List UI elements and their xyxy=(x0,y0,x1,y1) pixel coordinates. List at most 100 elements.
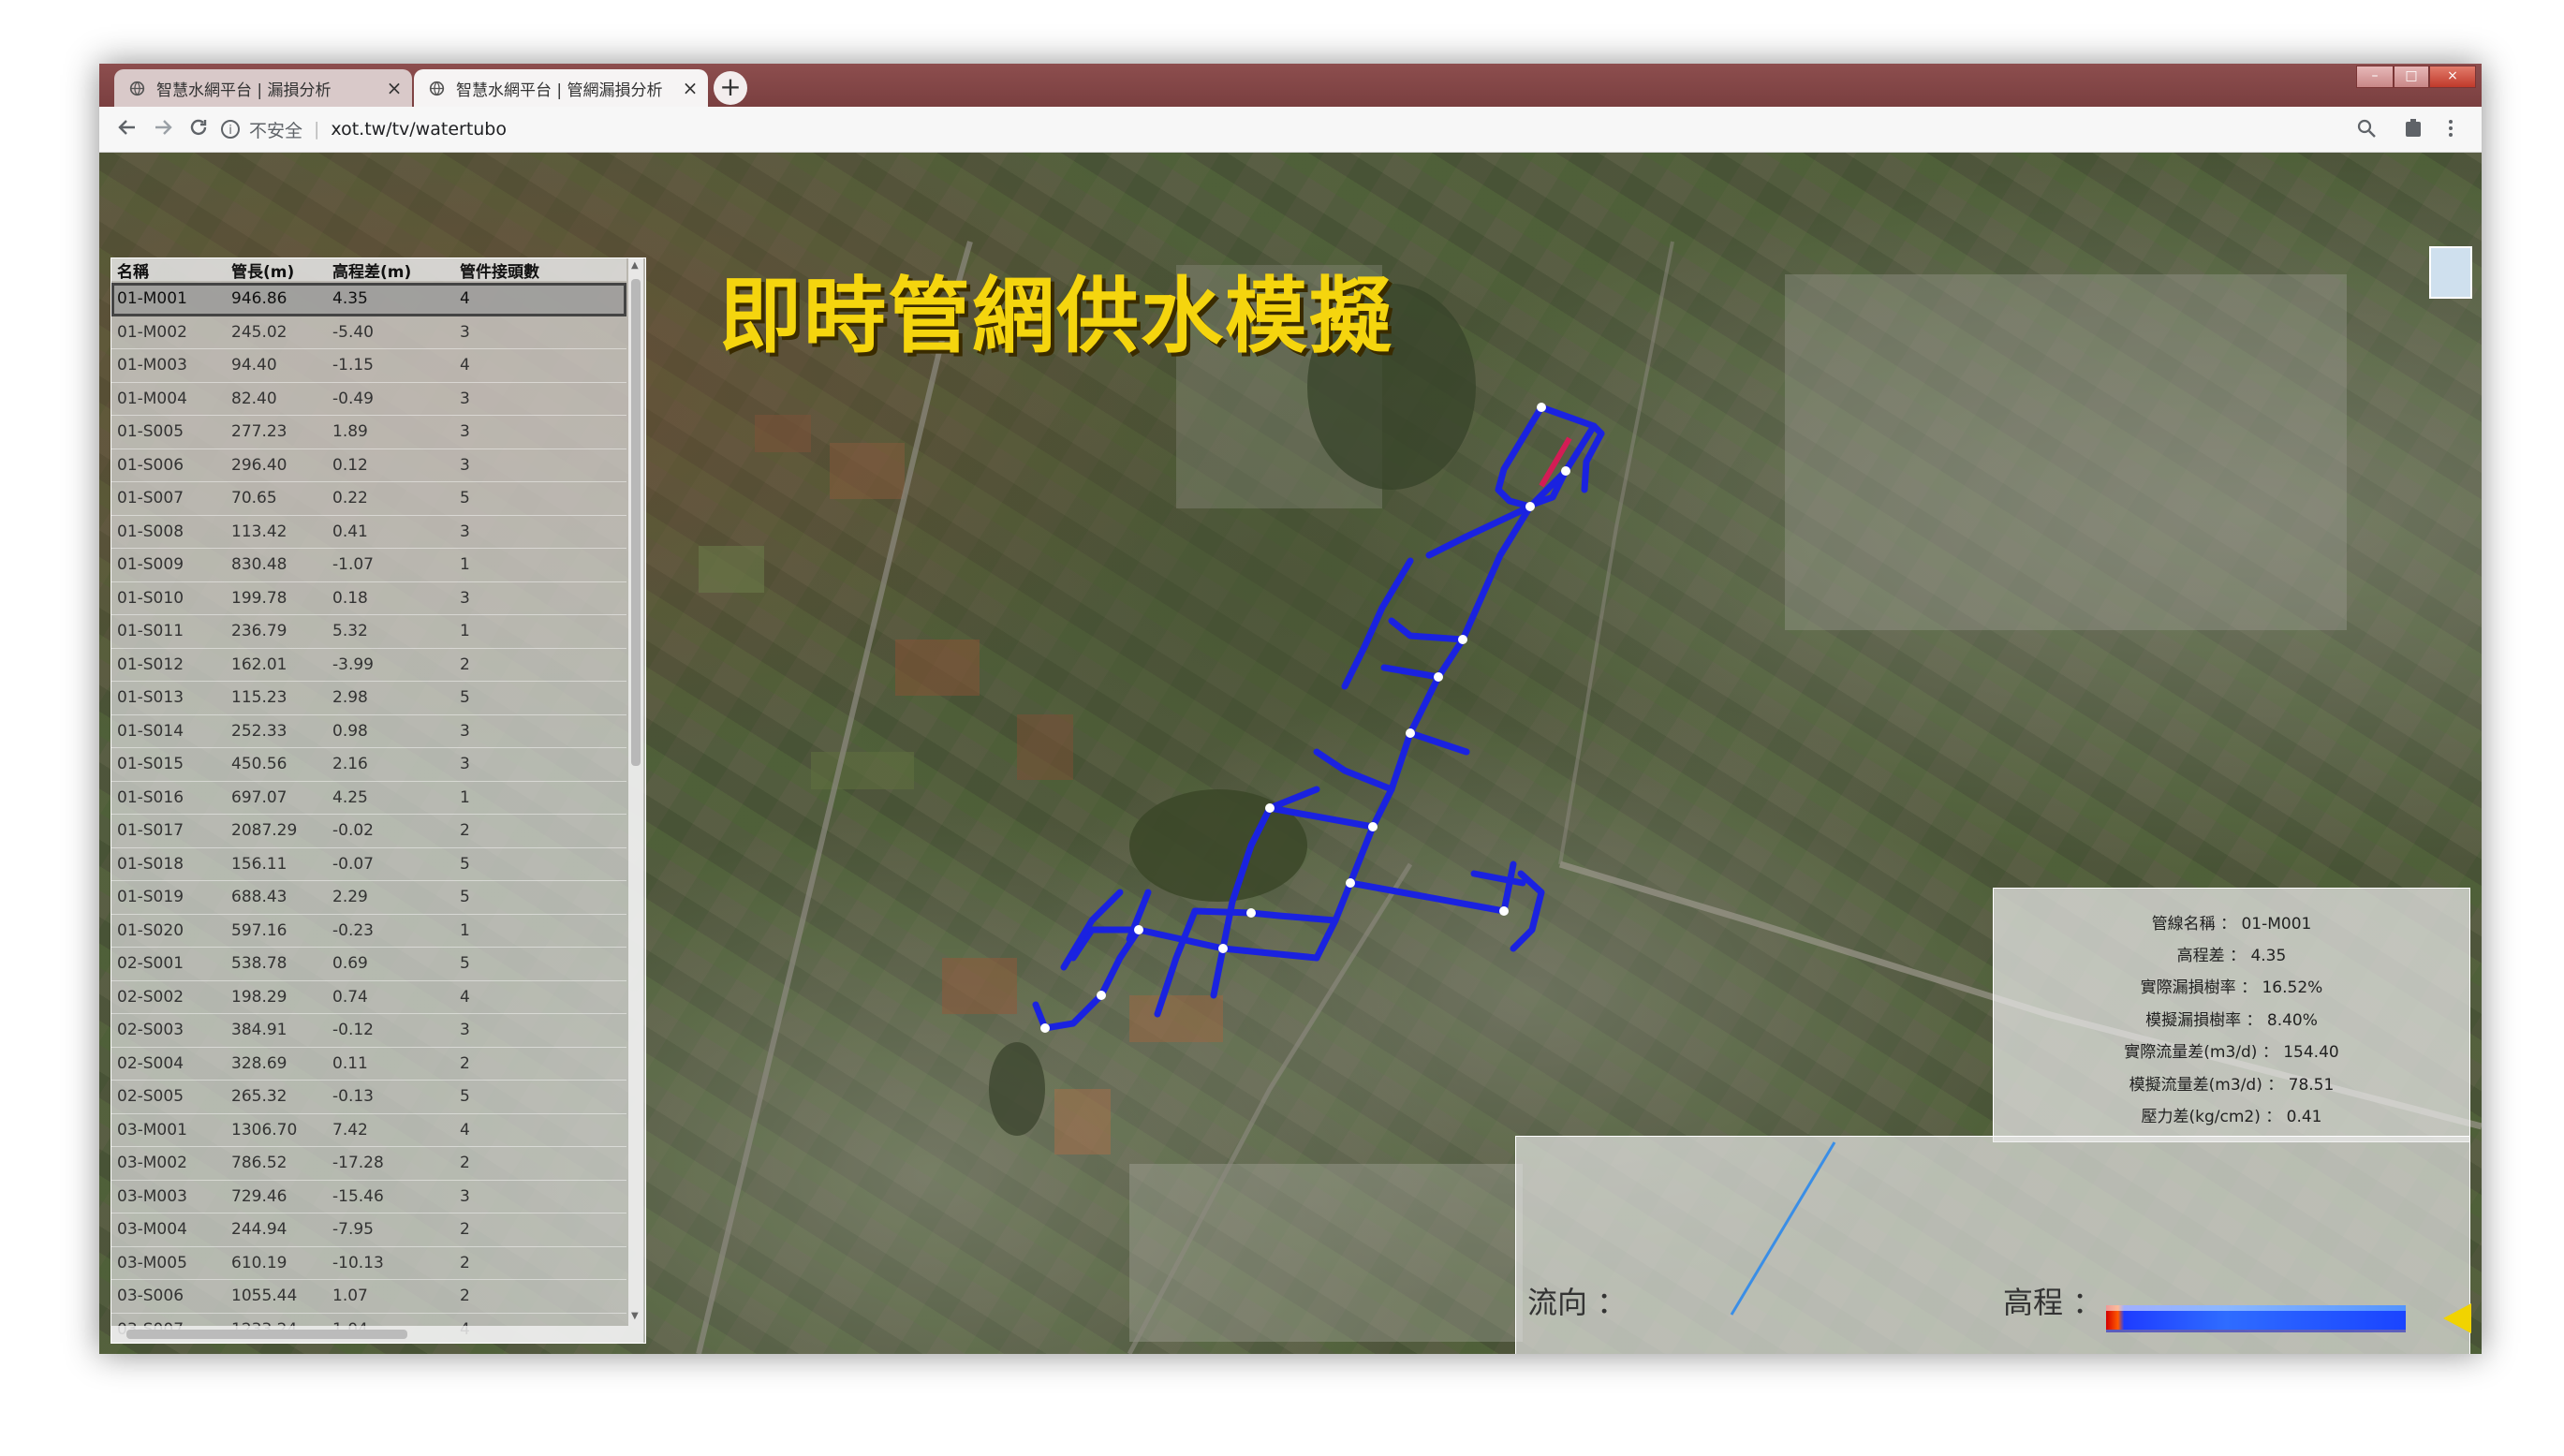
table-row[interactable]: 01-S009 830.48 -1.07 1 xyxy=(111,549,626,582)
tab-network-leak-analysis[interactable]: 智慧水網平台 | 管網漏損分析 × xyxy=(414,69,708,107)
horizontal-scrollbar[interactable] xyxy=(111,1326,628,1343)
minimize-button[interactable]: – xyxy=(2356,66,2394,88)
cell-length: 277.23 xyxy=(231,422,287,442)
cell-joints: 4 xyxy=(460,356,470,375)
close-tab-icon[interactable]: × xyxy=(382,77,406,99)
table-row[interactable]: 01-M003 94.40 -1.15 4 xyxy=(111,349,626,383)
cell-name: 01-S008 xyxy=(117,522,184,541)
cell-elevation-diff: -3.99 xyxy=(332,654,374,674)
info-pipe-name: 管線名稱 ： 01-M001 xyxy=(2151,914,2312,934)
cell-length: 113.42 xyxy=(231,522,287,541)
table-row[interactable]: 03-M003 729.46 -15.46 3 xyxy=(111,1181,626,1213)
table-row[interactable]: 03-M002 786.52 -17.28 2 xyxy=(111,1147,626,1181)
menu-icon[interactable] xyxy=(2440,118,2461,139)
table-row[interactable]: 01-S017 2087.29 -0.02 2 xyxy=(111,815,626,848)
map-title: 即時管網供水模擬 xyxy=(719,250,1553,357)
extension-icon[interactable] xyxy=(2403,118,2424,139)
table-row[interactable]: 01-S008 113.42 0.41 3 xyxy=(111,516,626,549)
cell-elevation-diff: 4.25 xyxy=(332,787,368,807)
cell-length: 70.65 xyxy=(231,489,277,508)
table-row[interactable]: 03-S006 1055.44 1.07 2 xyxy=(111,1280,626,1314)
cell-elevation-diff: -1.07 xyxy=(332,555,374,575)
scroll-up-icon[interactable]: ▲ xyxy=(631,260,639,271)
table-row[interactable]: 02-S001 538.78 0.69 5 xyxy=(111,948,626,981)
table-row[interactable]: 02-S005 265.32 -0.13 5 xyxy=(111,1081,626,1114)
new-tab-button[interactable]: + xyxy=(714,71,747,105)
cell-name: 02-S001 xyxy=(117,954,184,974)
cell-joints: 5 xyxy=(460,688,470,708)
table-row[interactable]: 01-S005 277.23 1.89 3 xyxy=(111,416,626,449)
table-body: 01-M001 946.86 4.35 4 01-M002 245.02 -5.40 3 01-… xyxy=(111,283,626,1343)
url-text[interactable]: xot.tw/tv/watertubo xyxy=(331,119,507,140)
browser-titlebar: 智慧水網平台 | 漏損分析 × 智慧水網平台 | 管網漏損分析 × + – □ … xyxy=(99,64,2482,107)
vertical-scrollbar[interactable]: ▲ ▼ xyxy=(628,258,643,1343)
info-simulated-flow-diff: 模擬流量差(m3/d) ： 78.51 xyxy=(2129,1075,2335,1095)
table-row[interactable]: 01-S007 70.65 0.22 5 xyxy=(111,482,626,516)
cell-elevation-diff: -1.15 xyxy=(332,356,374,375)
scrollbar-thumb[interactable] xyxy=(126,1330,407,1339)
table-row[interactable]: 01-M001 946.86 4.35 4 xyxy=(111,283,626,316)
table-row[interactable]: 01-S015 450.56 2.16 3 xyxy=(111,748,626,782)
table-row[interactable]: 01-M002 245.02 -5.40 3 xyxy=(111,316,626,349)
flow-direction-label: 流向 ： xyxy=(1527,1285,1628,1320)
cell-name: 01-M001 xyxy=(117,289,187,309)
table-row[interactable]: 01-S013 115.23 2.98 5 xyxy=(111,682,626,715)
cell-joints: 4 xyxy=(460,1120,470,1140)
satellite-map[interactable]: 即時管網供水模擬 名稱 管長(m) 高程差(m) 管件接頭數 01-M001 94… xyxy=(99,153,2482,1354)
table-row[interactable]: 03-M001 1306.70 7.42 4 xyxy=(111,1114,626,1147)
cell-length: 236.79 xyxy=(231,622,287,641)
cell-joints: 2 xyxy=(460,1053,470,1073)
info-pressure-diff: 壓力差(kg/cm2) ： 0.41 xyxy=(2141,1108,2322,1127)
table-row[interactable]: 02-S004 328.69 0.11 2 xyxy=(111,1048,626,1081)
column-header-joints[interactable]: 管件接頭數 xyxy=(454,258,587,282)
close-tab-icon[interactable]: × xyxy=(678,77,702,99)
cell-elevation-diff: -0.12 xyxy=(332,1021,374,1040)
table-row[interactable]: 01-S016 697.07 4.25 1 xyxy=(111,782,626,815)
cell-name: 03-M004 xyxy=(117,1220,187,1240)
scrollbar-thumb[interactable] xyxy=(631,279,641,766)
cell-length: 1306.70 xyxy=(231,1120,298,1140)
scroll-down-icon[interactable]: ▼ xyxy=(631,1311,639,1321)
table-row[interactable]: 03-M004 244.94 -7.95 2 xyxy=(111,1213,626,1247)
back-icon[interactable] xyxy=(116,116,139,139)
cell-length: 538.78 xyxy=(231,954,287,974)
table-row[interactable]: 01-M004 82.40 -0.49 3 xyxy=(111,383,626,416)
close-window-button[interactable]: × xyxy=(2429,66,2476,88)
cell-joints: 3 xyxy=(460,1021,470,1040)
column-header-name[interactable]: 名稱 xyxy=(111,258,226,282)
info-actual-flow-diff: 實際流量差(m3/d) ： 154.40 xyxy=(2124,1043,2339,1063)
table-row[interactable]: 01-S018 156.11 -0.07 5 xyxy=(111,848,626,881)
tab-label: 智慧水網平台 | 管網漏損分析 xyxy=(456,81,663,100)
column-header-length[interactable]: 管長(m) xyxy=(226,258,327,282)
cell-joints: 3 xyxy=(460,422,470,442)
zoom-icon[interactable] xyxy=(2356,118,2377,139)
cell-elevation-diff: -15.46 xyxy=(332,1186,384,1206)
cell-elevation-diff: 0.18 xyxy=(332,588,368,608)
table-row[interactable]: 01-S014 252.33 0.98 3 xyxy=(111,715,626,748)
cell-name: 01-S020 xyxy=(117,920,184,940)
info-icon[interactable]: i xyxy=(221,120,240,139)
table-row[interactable]: 03-M005 610.19 -10.13 2 xyxy=(111,1247,626,1280)
column-header-elevation-diff[interactable]: 高程差(m) xyxy=(327,258,454,282)
table-row[interactable]: 01-S006 296.40 0.12 3 xyxy=(111,449,626,482)
reload-icon[interactable] xyxy=(187,116,210,139)
maximize-button[interactable]: □ xyxy=(2394,66,2429,88)
cell-name: 02-S005 xyxy=(117,1087,184,1107)
table-row[interactable]: 01-S020 597.16 -0.23 1 xyxy=(111,915,626,948)
table-row[interactable]: 01-S010 199.78 0.18 3 xyxy=(111,582,626,615)
table-row[interactable]: 01-S011 236.79 5.32 1 xyxy=(111,615,626,649)
cell-joints: 2 xyxy=(460,1253,470,1272)
tab-leak-analysis[interactable]: 智慧水網平台 | 漏損分析 × xyxy=(114,69,412,107)
cell-joints: 1 xyxy=(460,622,470,641)
table-row[interactable]: 02-S003 384.91 -0.12 3 xyxy=(111,1014,626,1048)
cell-length: 2087.29 xyxy=(231,821,298,841)
url-box[interactable]: i 不安全 | xot.tw/tv/watertubo xyxy=(221,113,2450,145)
cell-name: 01-M004 xyxy=(117,389,187,408)
table-row[interactable]: 02-S002 198.29 0.74 4 xyxy=(111,981,626,1014)
forward-icon[interactable] xyxy=(152,116,174,139)
table-row[interactable]: 01-S019 688.43 2.29 5 xyxy=(111,881,626,915)
table-row[interactable]: 01-S012 162.01 -3.99 2 xyxy=(111,649,626,682)
layer-switcher-button[interactable] xyxy=(2429,246,2472,299)
cell-joints: 5 xyxy=(460,854,470,874)
cell-length: 199.78 xyxy=(231,588,287,608)
